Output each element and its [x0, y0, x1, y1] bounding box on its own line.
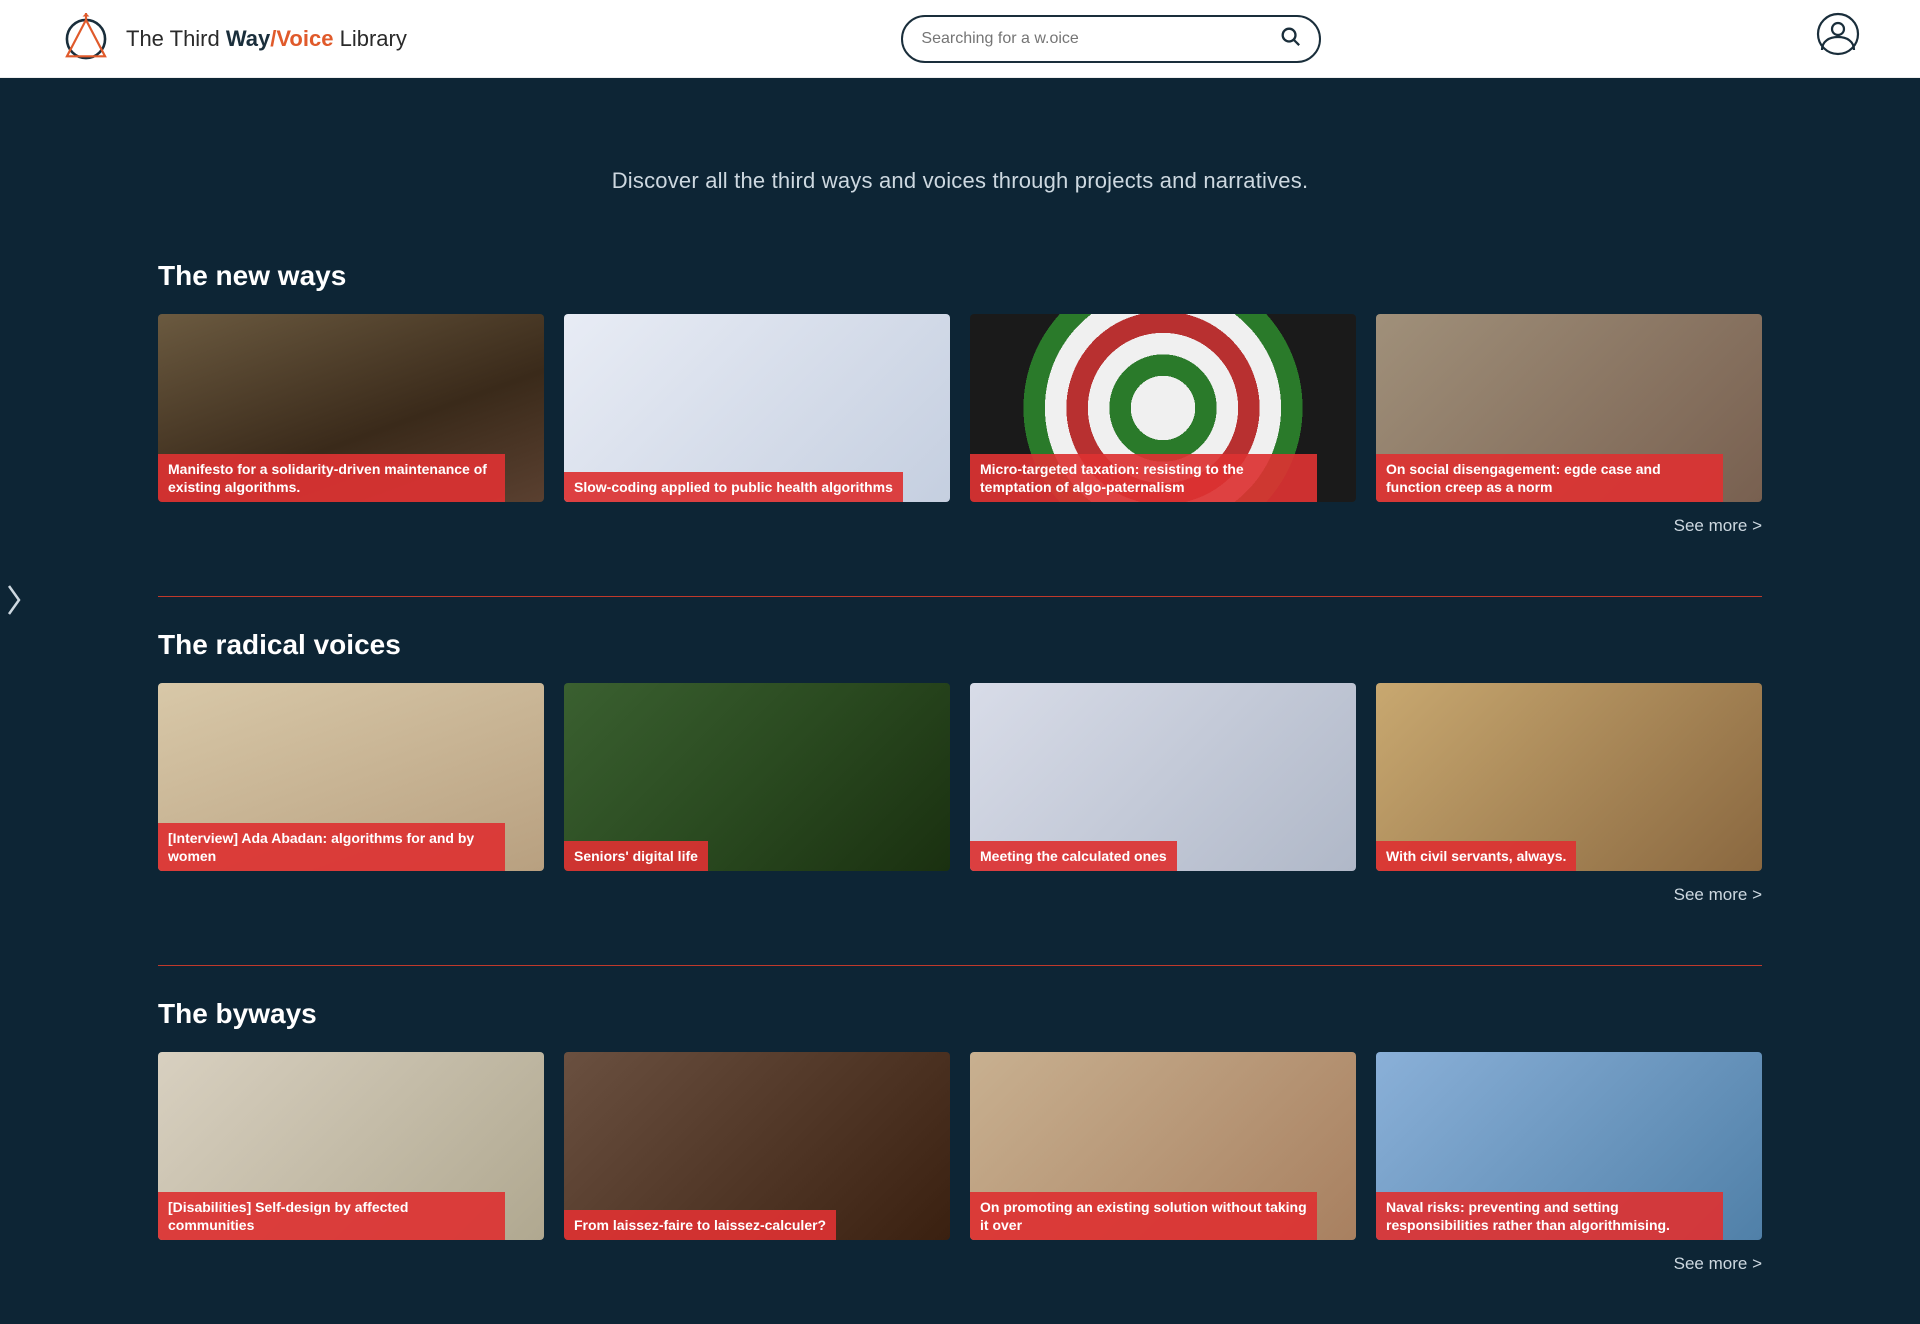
logo-area: The Third Way/Voice Library [60, 13, 407, 65]
section-title: The radical voices [158, 629, 1762, 661]
card-label: Seniors' digital life [564, 841, 708, 871]
section-radical-voices: The radical voices [Interview] Ada Abada… [0, 596, 1920, 955]
hero-section: Discover all the third ways and voices t… [0, 78, 1920, 260]
search-input[interactable] [921, 30, 1279, 48]
card-item[interactable]: [Interview] Ada Abadan: algorithms for a… [158, 683, 544, 871]
card-item[interactable]: On promoting an existing solution withou… [970, 1052, 1356, 1240]
hero-tagline: Discover all the third ways and voices t… [0, 122, 1920, 230]
site-header: The Third Way/Voice Library [0, 0, 1920, 78]
search-button[interactable] [1279, 25, 1301, 53]
card-item[interactable]: Micro-targeted taxation: resisting to th… [970, 314, 1356, 502]
see-more-row: See more > [158, 885, 1762, 905]
search-bar[interactable] [901, 15, 1321, 63]
see-more-row: See more > [158, 516, 1762, 536]
section-divider [158, 965, 1762, 966]
card-item[interactable]: Seniors' digital life [564, 683, 950, 871]
see-more-link[interactable]: See more > [1674, 516, 1762, 535]
card-label: [Disabilities] Self-design by affected c… [158, 1192, 505, 1240]
card-item[interactable]: Manifesto for a solidarity-driven mainte… [158, 314, 544, 502]
cards-row: [Interview] Ada Abadan: algorithms for a… [158, 683, 1762, 871]
card-item[interactable]: Meeting the calculated ones [970, 683, 1356, 871]
card-label: Manifesto for a solidarity-driven mainte… [158, 454, 505, 502]
logo-icon [60, 13, 112, 65]
section-title: The byways [158, 998, 1762, 1030]
card-label: Micro-targeted taxation: resisting to th… [970, 454, 1317, 502]
card-item[interactable]: Slow-coding applied to public health alg… [564, 314, 950, 502]
card-item[interactable]: From laissez-faire to laissez-calculer? [564, 1052, 950, 1240]
card-label: Meeting the calculated ones [970, 841, 1177, 871]
see-more-row: See more > [158, 1254, 1762, 1274]
card-label: On promoting an existing solution withou… [970, 1192, 1317, 1240]
sidebar-expand-arrow[interactable] [0, 570, 28, 630]
see-more-link[interactable]: See more > [1674, 1254, 1762, 1273]
card-label: Slow-coding applied to public health alg… [564, 472, 903, 502]
card-item[interactable]: On social disengagement: egde case and f… [1376, 314, 1762, 502]
card-item[interactable]: With civil servants, always. [1376, 683, 1762, 871]
logo-text: The Third Way/Voice Library [126, 26, 407, 52]
card-label: With civil servants, always. [1376, 841, 1576, 871]
cards-row: [Disabilities] Self-design by affected c… [158, 1052, 1762, 1240]
section-byways: The byways [Disabilities] Self-design by… [0, 965, 1920, 1324]
card-item[interactable]: [Disabilities] Self-design by affected c… [158, 1052, 544, 1240]
card-label: On social disengagement: egde case and f… [1376, 454, 1723, 502]
section-title: The new ways [158, 260, 1762, 292]
user-account-icon[interactable] [1816, 12, 1860, 66]
card-item[interactable]: Naval risks: preventing and setting resp… [1376, 1052, 1762, 1240]
section-divider [158, 596, 1762, 597]
section-new-ways: The new ways Manifesto for a solidarity-… [0, 260, 1920, 586]
cards-row: Manifesto for a solidarity-driven mainte… [158, 314, 1762, 502]
card-label: [Interview] Ada Abadan: algorithms for a… [158, 823, 505, 871]
card-label: From laissez-faire to laissez-calculer? [564, 1210, 836, 1240]
see-more-link[interactable]: See more > [1674, 885, 1762, 904]
card-label: Naval risks: preventing and setting resp… [1376, 1192, 1723, 1240]
